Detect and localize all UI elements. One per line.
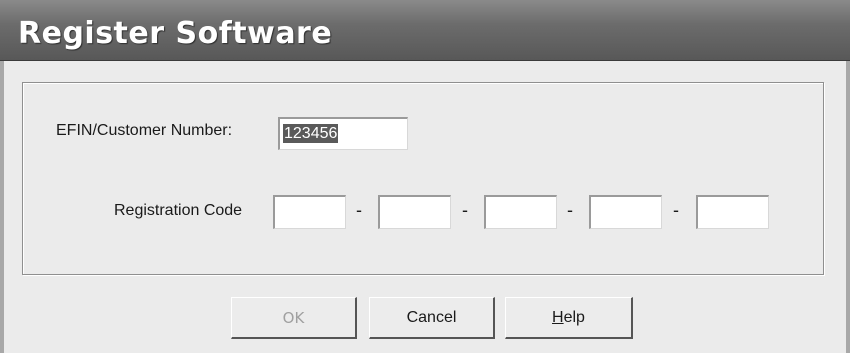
- registration-code-separator: -: [462, 200, 468, 220]
- ok-button-label: OK: [282, 308, 305, 327]
- register-software-dialog: Register Software EFIN/Customer Number: …: [0, 0, 850, 353]
- efin-label: EFIN/Customer Number:: [56, 122, 233, 139]
- cancel-button[interactable]: Cancel: [369, 297, 495, 339]
- dialog-frame-left: [0, 61, 4, 353]
- registration-code-field-1[interactable]: [273, 195, 346, 229]
- window-title: Register Software: [18, 16, 333, 51]
- help-button[interactable]: Help: [505, 297, 633, 339]
- help-button-label-rest: elp: [563, 308, 585, 326]
- registration-code-field-4[interactable]: [589, 195, 662, 229]
- efin-input[interactable]: 123456: [278, 117, 408, 150]
- help-button-label: Help: [552, 309, 585, 327]
- registration-code-field-5[interactable]: [696, 195, 769, 229]
- registration-code-separator: -: [356, 200, 362, 220]
- registration-group-box: [22, 82, 824, 275]
- efin-input-value: 123456: [283, 124, 339, 143]
- ok-button[interactable]: OK: [231, 297, 357, 339]
- cancel-button-label: Cancel: [406, 308, 457, 326]
- dialog-frame-right: [846, 61, 850, 353]
- registration-code-field-3[interactable]: [484, 195, 557, 229]
- registration-code-label: Registration Code: [114, 202, 243, 219]
- title-bar[interactable]: Register Software: [0, 0, 850, 61]
- registration-code-separator: -: [567, 200, 573, 220]
- help-button-mnemonic: H: [552, 308, 564, 326]
- registration-code-field-2[interactable]: [378, 195, 451, 229]
- registration-code-separator: -: [673, 200, 679, 220]
